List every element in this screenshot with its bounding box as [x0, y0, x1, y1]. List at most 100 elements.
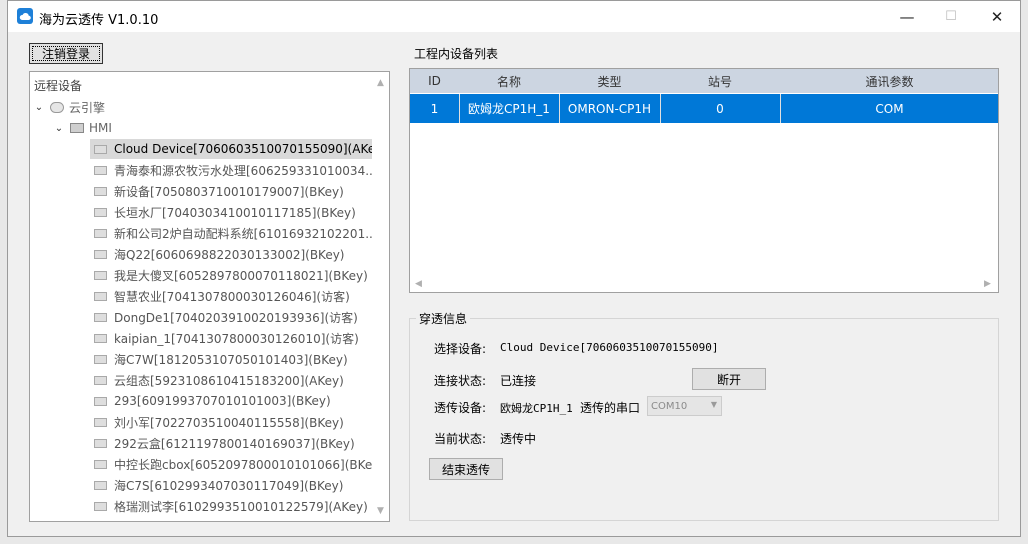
tree-node-cloud-engine[interactable]: ⌄ 云引擎 — [32, 97, 105, 117]
device-icon — [94, 417, 107, 427]
tree-device-label: 智慧农业[7041307800030126046](访客) — [114, 289, 350, 304]
device-icon — [94, 501, 107, 511]
device-icon — [94, 333, 107, 343]
cloud-app-icon — [17, 8, 33, 24]
tree-device-item[interactable]: 云组态[5923108610415183200](AKey) — [90, 370, 347, 390]
pass-through-title: 穿透信息 — [416, 310, 471, 327]
tree-device-item[interactable]: 293[6091993707010101003](BKey) — [90, 391, 334, 411]
device-icon — [94, 480, 107, 490]
cell-type: OMRON-CP1H — [567, 101, 652, 116]
tree-header: 远程设备 — [34, 79, 83, 93]
tree-scrollbar[interactable]: ▲ ▼ — [372, 72, 389, 521]
tree-device-label: 新设备[7050803710010179007](BKey) — [114, 184, 344, 199]
end-pass-through-button[interactable]: 结束透传 — [429, 458, 503, 480]
tree-device-item[interactable]: 中控长跑cbox[6052097800010101066](BKey) — [90, 454, 387, 474]
tree-node-hmi[interactable]: ⌄ HMI — [52, 118, 112, 138]
tree-device-label: 青海泰和源农牧污水处理[606259331010034... — [114, 163, 377, 178]
tree-device-item[interactable]: 海C7W[1812053107050101403](BKey) — [90, 349, 351, 369]
scroll-right-icon[interactable]: ▶ — [979, 275, 996, 292]
chevron-down-icon[interactable]: ⌄ — [52, 123, 66, 134]
tree-device-label: 刘小军[7022703510040115558](BKey) — [114, 415, 344, 430]
device-icon — [94, 186, 107, 196]
tree-device-label: 格瑞测试李[6102993510010122579](AKey) — [114, 499, 368, 514]
serial-port-value: COM10 — [651, 400, 688, 412]
transparent-device-value: 欧姆龙CP1H_1 — [500, 402, 573, 415]
disconnect-button[interactable]: 断开 — [692, 368, 766, 390]
device-list-title: 工程内设备列表 — [414, 47, 499, 61]
scroll-up-icon[interactable]: ▲ — [372, 74, 389, 91]
device-icon — [94, 291, 107, 301]
tree-device-label: 中控长跑cbox[6052097800010101066](BKey) — [114, 457, 385, 472]
serial-port-select[interactable]: COM10 ▼ — [647, 396, 722, 416]
chevron-down-icon[interactable]: ⌄ — [32, 102, 46, 113]
tree-device-item[interactable]: Cloud Device[7060603510070155090](AKey) — [90, 139, 389, 159]
tree-device-label: 海Q22[6060698822030133002](BKey) — [114, 247, 345, 262]
select-device-value: Cloud Device[7060603510070155090] — [500, 341, 719, 354]
scroll-down-icon[interactable]: ▼ — [372, 502, 389, 519]
tree-device-item[interactable]: 海Q22[6060698822030133002](BKey) — [90, 244, 348, 264]
device-icon — [94, 354, 107, 364]
select-device-label: 选择设备: — [434, 342, 487, 356]
tree-device-label: 新和公司2炉自动配料系统[61016932102201... — [114, 226, 377, 241]
maximize-button[interactable]: ☐ — [928, 1, 974, 32]
device-icon — [94, 312, 107, 322]
device-icon — [94, 144, 107, 154]
cell-id: 1 — [430, 101, 439, 116]
cell-station: 0 — [716, 101, 724, 116]
column-header-id[interactable]: ID — [410, 69, 459, 93]
device-icon — [94, 249, 107, 259]
title-bar: 海为云透传 V1.0.10 — ☐ ✕ — [8, 1, 1020, 32]
device-icon — [94, 165, 107, 175]
remote-device-tree[interactable]: 远程设备 ⌄ 云引擎 ⌄ HMI Cloud Device[7060603510… — [29, 71, 390, 522]
tree-device-item[interactable]: 智慧农业[7041307800030126046](访客) — [90, 286, 353, 306]
project-device-table[interactable]: ID 名称 类型 站号 通讯参数 1 欧姆龙CP1H_1 OMRON-CP1H … — [409, 68, 999, 293]
device-icon — [94, 459, 107, 469]
tree-device-item[interactable]: 青海泰和源农牧污水处理[606259331010034... — [90, 160, 380, 180]
tree-device-label: 292云盒[6121197800140169037](BKey) — [114, 436, 355, 451]
tree-device-item[interactable]: 刘小军[7022703510040115558](BKey) — [90, 412, 347, 432]
monitor-icon — [70, 123, 84, 133]
table-header: ID 名称 类型 站号 通讯参数 — [410, 69, 998, 93]
transparent-device-label: 透传设备: — [434, 401, 487, 415]
tree-node-label: HMI — [89, 121, 112, 135]
tree-device-item[interactable]: 格瑞测试李[6102993510010122579](AKey) — [90, 496, 371, 516]
device-icon — [94, 438, 107, 448]
current-status-value: 透传中 — [500, 432, 537, 446]
tree-device-label: 长垣水厂[7040303410010117185](BKey) — [114, 205, 356, 220]
tree-device-item[interactable]: 292云盒[6121197800140169037](BKey) — [90, 433, 358, 453]
cell-name: 欧姆龙CP1H_1 — [468, 102, 550, 116]
tree-device-item[interactable]: DongDe1[7040203910020193936](访客) — [90, 307, 361, 327]
tree-device-item[interactable]: kaipian_1[7041307800030126010](访客) — [90, 328, 362, 348]
serial-port-label: 透传的串口 — [580, 401, 641, 415]
window-title: 海为云透传 V1.0.10 — [39, 13, 159, 28]
tree-node-label: 云引擎 — [69, 100, 106, 115]
connection-status-label: 连接状态: — [434, 374, 487, 388]
logout-button[interactable]: 注销登录 — [29, 43, 103, 64]
tree-device-item[interactable]: 新和公司2炉自动配料系统[61016932102201... — [90, 223, 380, 243]
tree-device-label: 海C7S[6102993407030117049](BKey) — [114, 478, 344, 493]
column-header-type[interactable]: 类型 — [559, 69, 660, 93]
scroll-left-icon[interactable]: ◀ — [410, 275, 427, 292]
close-button[interactable]: ✕ — [974, 1, 1020, 32]
device-icon — [94, 228, 107, 238]
tree-device-item[interactable]: 海C7S[6102993407030117049](BKey) — [90, 475, 346, 495]
table-scrollbar[interactable]: ◀ ▶ — [410, 275, 998, 292]
tree-device-item[interactable]: 我是大傻叉[6052897800070118021](BKey) — [90, 265, 371, 285]
tree-device-label: 我是大傻叉[6052897800070118021](BKey) — [114, 268, 368, 283]
column-header-station[interactable]: 站号 — [660, 69, 780, 93]
device-icon — [94, 375, 107, 385]
tree-device-label: 293[6091993707010101003](BKey) — [114, 394, 331, 408]
minimize-button[interactable]: — — [884, 1, 930, 32]
tree-device-item[interactable]: 新设备[7050803710010179007](BKey) — [90, 181, 347, 201]
column-header-name[interactable]: 名称 — [459, 69, 559, 93]
table-row[interactable]: 1 欧姆龙CP1H_1 OMRON-CP1H 0 COM — [410, 94, 998, 123]
device-icon — [94, 207, 107, 217]
tree-device-label: Cloud Device[7060603510070155090](AKey) — [114, 142, 387, 156]
column-header-comm-params[interactable]: 通讯参数 — [780, 69, 998, 93]
cloud-icon — [50, 101, 64, 113]
tree-device-label: kaipian_1[7041307800030126010](访客) — [114, 331, 359, 346]
device-icon — [94, 396, 107, 406]
device-icon — [94, 270, 107, 280]
tree-device-item[interactable]: 长垣水厂[7040303410010117185](BKey) — [90, 202, 359, 222]
tree-device-label: DongDe1[7040203910020193936](访客) — [114, 310, 358, 325]
